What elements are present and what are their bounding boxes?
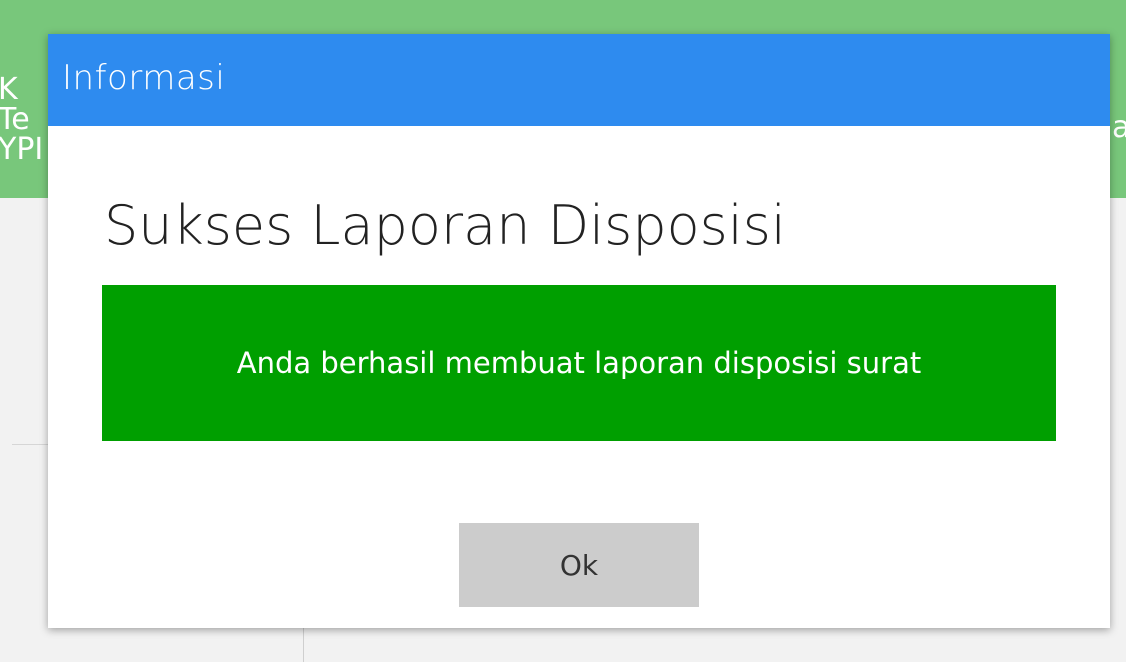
app-header-right-text: a (1112, 112, 1126, 144)
ok-button[interactable]: Ok (459, 523, 699, 607)
info-dialog: Informasi Sukses Laporan Disposisi Anda … (48, 34, 1110, 628)
dialog-titlebar: Informasi (48, 34, 1110, 126)
dialog-title: Informasi (62, 58, 226, 98)
screen: K Te YPI a Informasi Sukses Laporan Disp… (0, 0, 1126, 662)
success-message-text: Anda berhasil membuat laporan disposisi … (236, 346, 922, 380)
success-message-banner: Anda berhasil membuat laporan disposisi … (102, 285, 1056, 441)
dialog-heading: Sukses Laporan Disposisi (104, 194, 786, 257)
